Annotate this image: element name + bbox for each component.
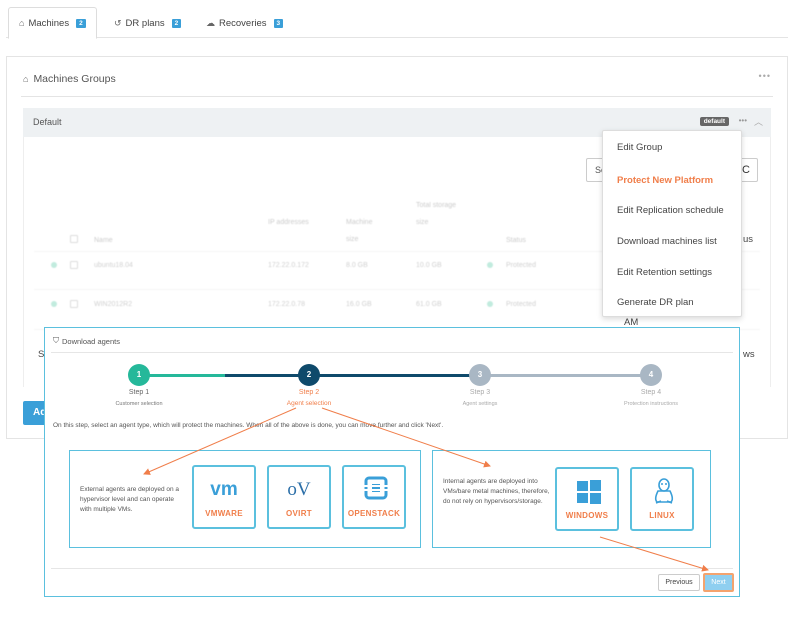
divider bbox=[51, 568, 733, 569]
cell-name: WIN2012R2 bbox=[94, 301, 133, 308]
cell-storage: 61.0 GB bbox=[416, 301, 442, 308]
group-name: Default bbox=[33, 117, 62, 127]
wizard-title-text: Download agents bbox=[62, 336, 120, 346]
chevron-up-icon[interactable]: ︿ bbox=[754, 115, 763, 128]
instruction-text: On this step, select an agent type, whic… bbox=[53, 422, 444, 429]
step-connector bbox=[309, 374, 479, 377]
refresh-icon[interactable]: C bbox=[740, 158, 758, 182]
linux-penguin-icon bbox=[652, 477, 676, 505]
internal-agents-box: Internal agents are deployed into VMs/ba… bbox=[432, 450, 711, 548]
panel-title-text: Machines Groups bbox=[33, 73, 116, 85]
tab-machines-badge: 2 bbox=[76, 18, 86, 28]
panel-more-icon[interactable]: ••• bbox=[759, 71, 771, 81]
step-2-sub: Agent selection bbox=[286, 400, 332, 407]
download-agents-wizard: ⛉ Download agents 1 2 3 4 Step 1 Custome… bbox=[44, 327, 740, 597]
history-icon: ↺ bbox=[114, 17, 122, 28]
wizard-title: ⛉ Download agents bbox=[53, 336, 120, 346]
external-agents-text: External agents are deployed on a hyperv… bbox=[80, 486, 180, 513]
status-dot bbox=[487, 301, 493, 307]
step-3-circle: 3 bbox=[469, 364, 491, 386]
openstack-icon bbox=[364, 476, 388, 500]
group-more-icon[interactable]: ••• bbox=[739, 116, 747, 125]
row-checkbox[interactable] bbox=[70, 300, 78, 308]
menu-item-edit-retention-settings[interactable]: Edit Retention settings bbox=[617, 267, 712, 278]
agent-vmware[interactable]: vm VMWARE bbox=[192, 465, 256, 529]
agent-windows-label: WINDOWS bbox=[565, 511, 609, 520]
internal-agents-text: Internal agents are deployed into VMs/ba… bbox=[443, 478, 550, 505]
status-dot bbox=[51, 301, 57, 307]
step-connector bbox=[225, 374, 309, 377]
step-connector bbox=[479, 374, 651, 377]
step-1-circle[interactable]: 1 bbox=[128, 364, 150, 386]
page: ⌂ Machines 2 ↺ DR plans 2 ☁ Recoveries 3… bbox=[0, 0, 795, 627]
tab-dr-plans[interactable]: ↺ DR plans 2 bbox=[104, 7, 191, 39]
tab-dr-plans-badge: 2 bbox=[171, 18, 182, 28]
cell-status: Protected bbox=[506, 262, 536, 269]
previous-button[interactable]: Previous bbox=[658, 574, 700, 591]
step-4-label: Step 4 bbox=[640, 389, 662, 396]
menu-item-protect-new-platform[interactable]: Protect New Platform bbox=[617, 175, 713, 186]
step-connector bbox=[149, 374, 225, 377]
agent-linux-label: LINUX bbox=[649, 511, 675, 520]
step-2-label: Step 2 bbox=[298, 389, 320, 396]
select-all-checkbox[interactable] bbox=[70, 235, 78, 243]
cell-status: Protected bbox=[506, 301, 536, 308]
rows-fragment: ws bbox=[743, 349, 755, 360]
vmware-logo: vm bbox=[210, 479, 238, 500]
menu-item-generate-dr-plan[interactable]: Generate DR plan bbox=[617, 297, 694, 308]
cell-name: ubuntu18.04 bbox=[94, 262, 133, 269]
step-1-label: Step 1 bbox=[128, 389, 150, 396]
agent-openstack[interactable]: OPENSTACK bbox=[342, 465, 406, 529]
default-badge: default bbox=[699, 117, 729, 126]
tab-recoveries-label: Recoveries bbox=[219, 17, 267, 29]
agent-ovirt-label: OVIRT bbox=[286, 509, 312, 518]
step-4-sub: Protection instructions bbox=[623, 401, 679, 407]
status-dot bbox=[51, 262, 57, 268]
cell-ip: 172.22.0.172 bbox=[268, 262, 309, 269]
col-header-ip[interactable]: IP addresses bbox=[268, 214, 318, 231]
agent-vmware-label: VMWARE bbox=[205, 509, 243, 518]
step-3-label: Step 3 bbox=[469, 389, 491, 396]
cell-ip: 172.22.0.78 bbox=[268, 301, 305, 308]
agent-ovirt[interactable]: oV OVIRT bbox=[267, 465, 331, 529]
col-header-name[interactable]: Name bbox=[94, 232, 113, 249]
top-tabs: ⌂ Machines 2 ↺ DR plans 2 ☁ Recoveries 3 bbox=[6, 4, 788, 39]
external-agents-box: External agents are deployed on a hyperv… bbox=[69, 450, 421, 548]
agent-openstack-label: OPENSTACK bbox=[347, 509, 401, 518]
step-4-circle: 4 bbox=[640, 364, 662, 386]
home-icon: ⌂ bbox=[19, 18, 25, 28]
tab-dr-plans-label: DR plans bbox=[125, 17, 165, 29]
cell-machine-size: 8.0 GB bbox=[346, 262, 368, 269]
menu-item-edit-replication-schedule[interactable]: Edit Replication schedule bbox=[617, 205, 724, 216]
cell-storage: 10.0 GB bbox=[416, 262, 442, 269]
ovirt-logo: oV bbox=[287, 479, 311, 500]
panel-title: ⌂ Machines Groups bbox=[23, 73, 116, 85]
col-header-storage[interactable]: Total storage size bbox=[416, 197, 460, 231]
agent-windows[interactable]: WINDOWS bbox=[555, 467, 619, 531]
agent-linux[interactable]: LINUX bbox=[630, 467, 694, 531]
tab-recoveries[interactable]: ☁ Recoveries 3 bbox=[196, 7, 293, 39]
tab-machines-label: Machines bbox=[28, 17, 70, 29]
step-1-sub: Customer selection bbox=[115, 401, 163, 407]
cloud-icon: ☁ bbox=[206, 17, 215, 28]
status-header-fragment: us bbox=[743, 234, 754, 245]
divider bbox=[51, 352, 733, 353]
col-header-machine-size[interactable]: Machine size bbox=[346, 214, 386, 248]
col-header-status[interactable]: Status bbox=[506, 232, 526, 249]
step-3-sub: Agent settings bbox=[462, 401, 498, 407]
home-icon: ⌂ bbox=[23, 74, 29, 84]
tab-machines[interactable]: ⌂ Machines 2 bbox=[8, 7, 97, 39]
shield-icon: ⛉ bbox=[53, 336, 59, 345]
windows-icon bbox=[576, 479, 602, 505]
cell-machine-size: 16.0 GB bbox=[346, 301, 372, 308]
step-2-circle[interactable]: 2 bbox=[298, 364, 320, 386]
group-actions-menu: Edit Group Protect New Platform Edit Rep… bbox=[602, 130, 742, 317]
next-button[interactable]: Next bbox=[703, 573, 734, 592]
status-dot bbox=[487, 262, 493, 268]
tab-recoveries-badge: 3 bbox=[273, 18, 284, 28]
menu-item-edit-group[interactable]: Edit Group bbox=[617, 142, 662, 153]
menu-item-download-machines-list[interactable]: Download machines list bbox=[617, 236, 717, 247]
row-checkbox[interactable] bbox=[70, 261, 78, 269]
divider bbox=[21, 96, 773, 97]
